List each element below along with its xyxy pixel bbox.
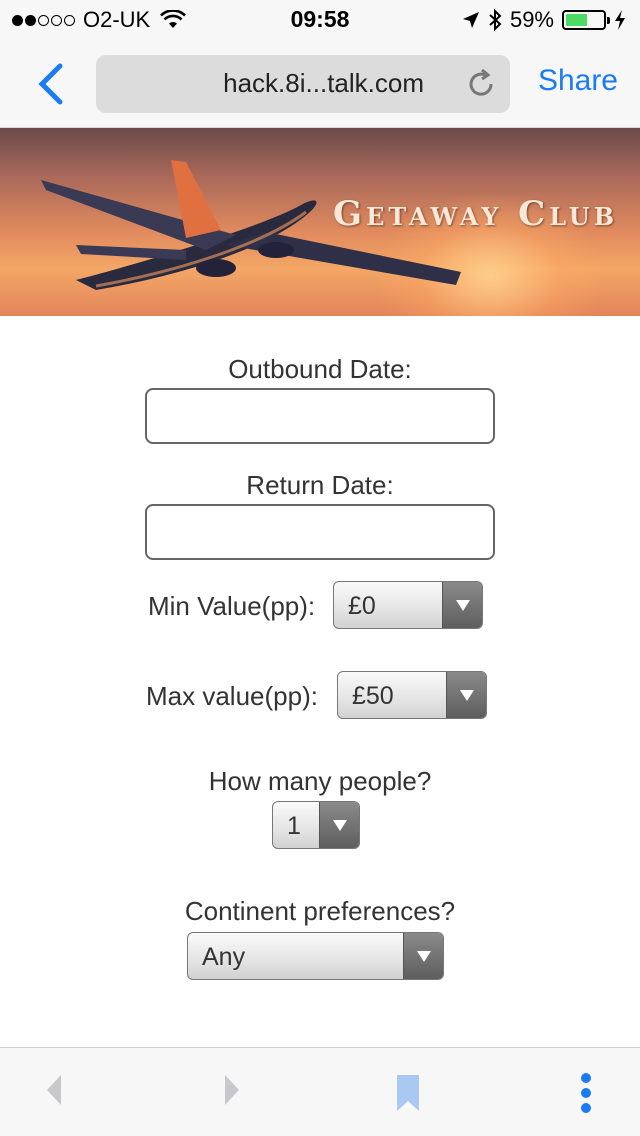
continent-select[interactable]: Any	[187, 932, 444, 980]
max-value-selected: £50	[352, 682, 394, 710]
banner-title: Getaway Club	[333, 194, 618, 234]
forward-arrow-icon[interactable]	[222, 1072, 242, 1108]
back-chevron-icon	[38, 63, 63, 105]
return-date-input[interactable]	[145, 504, 495, 560]
people-select[interactable]: 1	[272, 801, 360, 849]
status-right: 59%	[462, 7, 626, 33]
status-bar: O2-UK 09:58 59%	[0, 0, 640, 40]
dropdown-arrow-icon	[403, 933, 443, 979]
max-value-label: Max value(pp):	[146, 681, 318, 711]
address-bar[interactable]: hack.8i...talk.com	[96, 55, 510, 113]
url-text: hack.8i...talk.com	[223, 68, 424, 98]
bluetooth-icon	[489, 9, 502, 31]
reload-icon[interactable]	[464, 67, 498, 101]
location-arrow-icon	[462, 12, 479, 28]
bookmark-icon[interactable]	[396, 1074, 420, 1112]
return-date-label: Return Date:	[246, 470, 394, 500]
people-selected: 1	[287, 812, 301, 840]
people-label: How many people?	[208, 766, 432, 796]
battery-level	[566, 14, 588, 26]
dropdown-arrow-icon	[319, 802, 359, 848]
browser-nav-bar: hack.8i...talk.com Share	[0, 40, 640, 128]
outbound-date-input[interactable]	[145, 388, 495, 444]
share-button[interactable]: Share	[538, 64, 618, 98]
dropdown-arrow-icon	[446, 672, 486, 718]
min-value-label: Min Value(pp):	[148, 591, 316, 621]
min-value-select[interactable]: £0	[333, 581, 483, 629]
min-value-selected: £0	[348, 592, 376, 620]
battery-icon	[562, 10, 610, 30]
battery-percent: 59%	[509, 7, 554, 32]
more-options-icon[interactable]	[578, 1072, 594, 1114]
continent-selected: Any	[202, 943, 246, 971]
dropdown-arrow-icon	[442, 582, 482, 628]
charging-bolt-icon	[615, 10, 625, 30]
back-arrow-icon[interactable]	[44, 1072, 64, 1108]
continent-label: Continent preferences?	[184, 896, 456, 926]
banner: Getaway Club	[0, 128, 640, 316]
outbound-date-label: Outbound Date:	[228, 354, 412, 384]
back-button[interactable]	[34, 62, 70, 106]
browser-toolbar	[0, 1047, 640, 1136]
max-value-select[interactable]: £50	[337, 671, 487, 719]
